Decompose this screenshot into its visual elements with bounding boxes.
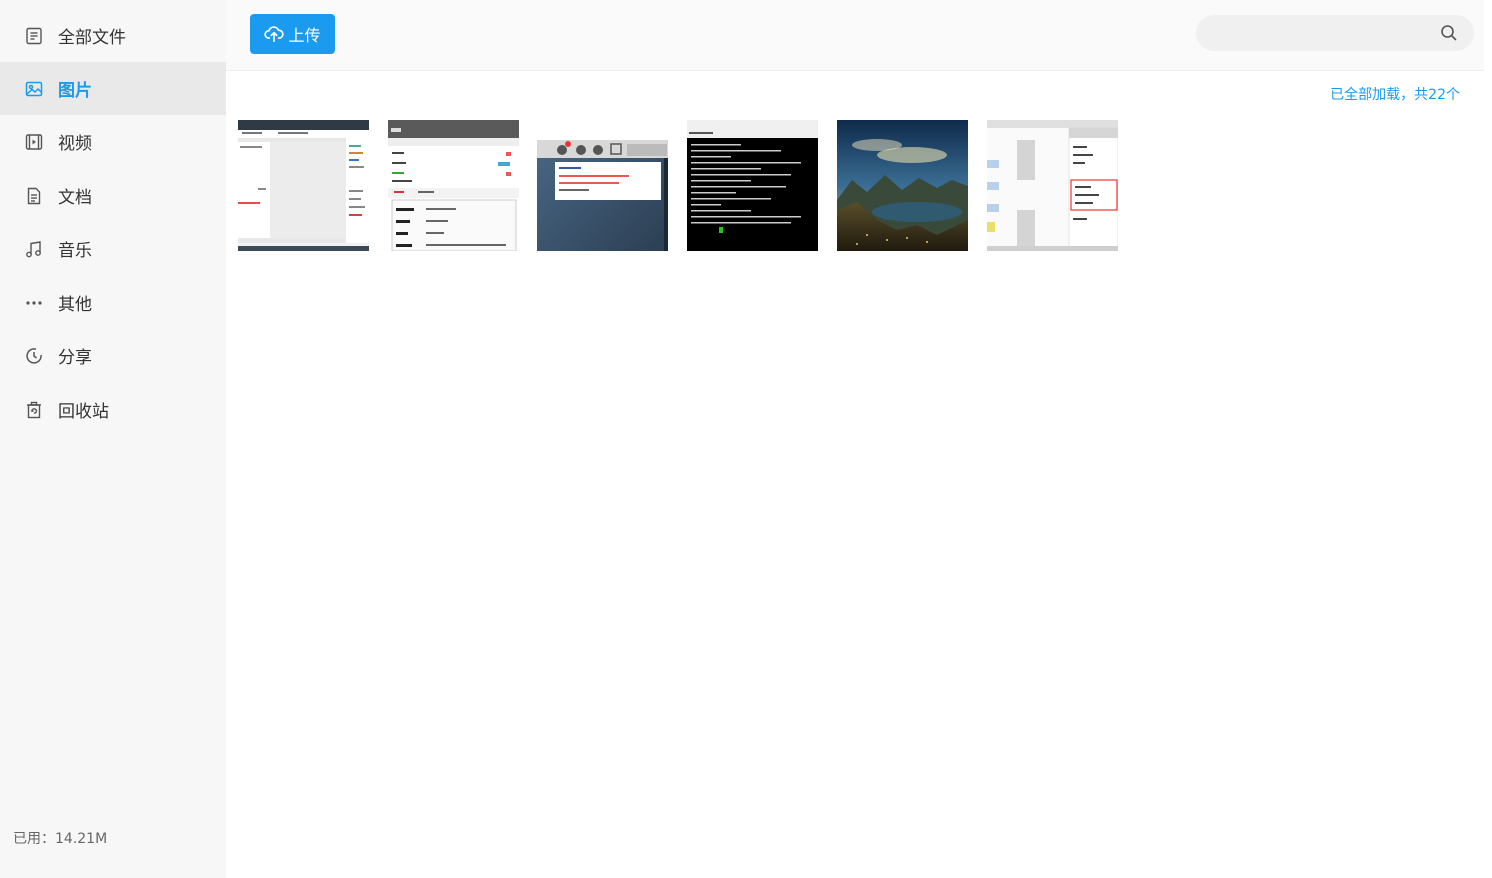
search-box <box>1196 15 1474 51</box>
image-thumbnail[interactable] <box>837 120 968 251</box>
video-icon <box>24 132 44 152</box>
sidebar-item-other[interactable]: 其他 <box>0 276 226 329</box>
sidebar: 全部文件 图片 视频 文档 音乐 其他 分享 回收站 已用：14.21M <box>0 0 226 878</box>
image-thumbnail[interactable] <box>537 120 668 251</box>
load-status: 已全部加载，共22个 <box>1330 87 1460 103</box>
more-icon <box>24 293 44 313</box>
sidebar-item-music[interactable]: 音乐 <box>0 222 226 275</box>
music-icon <box>24 239 44 259</box>
search-input[interactable] <box>1210 21 1434 47</box>
sidebar-item-videos[interactable]: 视频 <box>0 115 226 168</box>
image-thumbnail[interactable] <box>388 120 519 251</box>
sidebar-item-documents[interactable]: 文档 <box>0 169 226 222</box>
sidebar-item-label: 视频 <box>58 134 92 154</box>
main-content: 上传 已全部加载，共22个 <box>226 0 1492 878</box>
search-icon[interactable] <box>1440 24 1458 42</box>
image-thumbnail[interactable] <box>687 120 818 251</box>
image-icon <box>24 79 44 99</box>
trash-icon <box>24 400 44 420</box>
toolbar: 上传 <box>226 0 1484 71</box>
cloud-upload-icon <box>264 26 285 43</box>
sidebar-item-label: 音乐 <box>58 241 92 261</box>
sidebar-item-label: 全部文件 <box>58 28 126 48</box>
sidebar-item-share[interactable]: 分享 <box>0 329 226 382</box>
document-icon <box>24 186 44 206</box>
sidebar-item-trash[interactable]: 回收站 <box>0 383 226 436</box>
sidebar-item-label: 其他 <box>58 295 92 315</box>
image-thumbnail[interactable] <box>238 120 369 251</box>
sidebar-item-all-files[interactable]: 全部文件 <box>0 9 226 62</box>
share-icon <box>24 346 44 366</box>
sidebar-item-label: 图片 <box>58 81 92 101</box>
file-list-icon <box>24 26 44 46</box>
sidebar-item-label: 文档 <box>58 188 92 208</box>
storage-usage: 已用：14.21M <box>13 831 108 847</box>
sidebar-item-images[interactable]: 图片 <box>0 62 226 115</box>
sidebar-item-label: 分享 <box>58 348 92 368</box>
sidebar-item-label: 回收站 <box>58 402 109 422</box>
upload-button[interactable]: 上传 <box>250 14 335 54</box>
image-thumbnail[interactable] <box>987 120 1118 251</box>
upload-button-label: 上传 <box>288 26 321 45</box>
